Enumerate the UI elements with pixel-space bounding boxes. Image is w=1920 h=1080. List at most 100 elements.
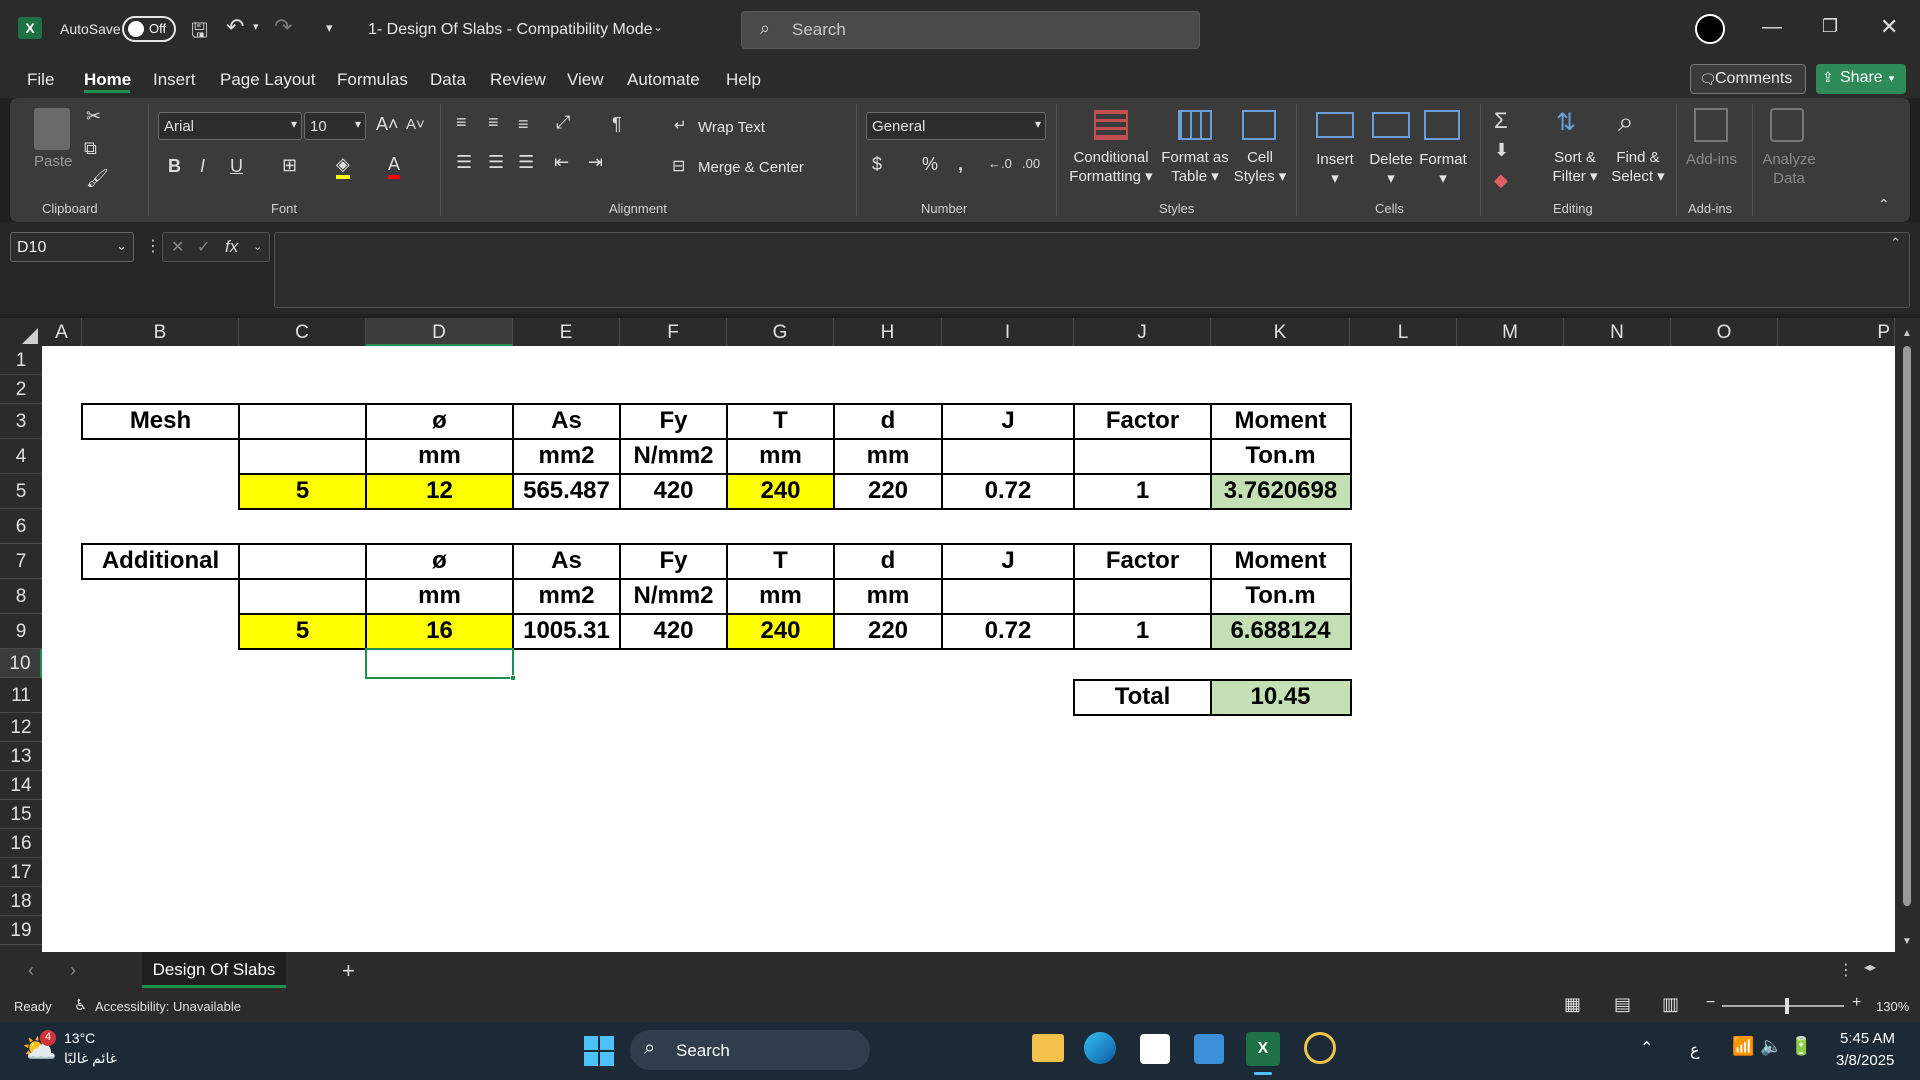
row-header[interactable]: 7 <box>0 544 42 579</box>
additional-factor[interactable]: 1 <box>1074 614 1211 648</box>
column-header[interactable]: L <box>1350 318 1457 346</box>
column-header[interactable]: J <box>1074 318 1211 346</box>
additional-label[interactable]: Additional <box>82 544 239 578</box>
zoom-out-icon[interactable]: − <box>1706 994 1715 1012</box>
cell-styles-button[interactable]: Cell Styles ▾ <box>1232 148 1288 186</box>
sharepoint-icon[interactable] <box>1194 1034 1224 1064</box>
find-select-icon[interactable]: ⌕ <box>1618 106 1634 139</box>
column-header[interactable]: M <box>1457 318 1564 346</box>
bold-icon[interactable]: B <box>168 156 181 177</box>
document-title[interactable]: 1- Design Of Slabs - Compatibility Mode <box>368 21 653 39</box>
paste-button[interactable]: Paste <box>34 152 72 171</box>
row-header[interactable]: 1 <box>0 346 42 375</box>
unit-moment[interactable]: Ton.m <box>1211 579 1350 613</box>
comma-icon[interactable]: , <box>958 154 963 175</box>
row-header[interactable]: 18 <box>0 887 42 916</box>
title-dropdown-icon[interactable]: ⌄ <box>653 20 663 34</box>
align-top-icon[interactable]: ≡ <box>456 112 467 133</box>
zoom-level[interactable]: 130% <box>1876 999 1909 1014</box>
header-moment[interactable]: Moment <box>1211 544 1350 578</box>
merge-center-button[interactable]: Merge & Center <box>698 158 804 177</box>
mesh-factor[interactable]: 1 <box>1074 474 1211 508</box>
autosave-toggle[interactable]: Off <box>122 16 176 42</box>
tab-options-icon[interactable]: ⋮ <box>1838 960 1854 980</box>
undo-dropdown-icon[interactable]: ▾ <box>253 20 259 33</box>
edge-icon[interactable] <box>1084 1032 1116 1064</box>
fill-handle[interactable] <box>510 675 516 681</box>
text-direction-icon[interactable]: ¶ <box>612 114 622 135</box>
row-header[interactable]: 4 <box>0 439 42 474</box>
row-header[interactable]: 15 <box>0 800 42 829</box>
add-ins-icon[interactable] <box>1694 108 1728 142</box>
cut-icon[interactable]: ✂ <box>86 106 101 127</box>
menu-review[interactable]: Review <box>490 70 546 90</box>
header-as[interactable]: As <box>513 404 620 438</box>
volume-icon[interactable]: 🔈 <box>1760 1036 1782 1057</box>
menu-automate[interactable]: Automate <box>627 70 700 90</box>
excel-taskbar-icon[interactable]: X <box>1246 1032 1280 1066</box>
row-header[interactable]: 12 <box>0 713 42 742</box>
active-cell-d10[interactable] <box>365 648 514 679</box>
clear-icon[interactable]: ◆ <box>1494 170 1508 191</box>
menu-insert[interactable]: Insert <box>153 70 196 90</box>
more-options-icon[interactable]: ⋮ <box>145 236 161 256</box>
header-factor[interactable]: Factor <box>1074 404 1211 438</box>
percent-icon[interactable]: % <box>922 154 938 175</box>
orientation-icon[interactable]: ⤢ <box>556 112 570 133</box>
increase-indent-icon[interactable]: ⇥ <box>588 152 603 173</box>
header-j[interactable]: J <box>942 404 1074 438</box>
menu-page-layout[interactable]: Page Layout <box>220 70 315 90</box>
additional-as[interactable]: 1005.31 <box>513 614 620 648</box>
additional-d[interactable]: 220 <box>834 614 942 648</box>
wrap-text-button[interactable]: Wrap Text <box>698 118 765 137</box>
column-header[interactable]: C <box>239 318 366 346</box>
cancel-icon[interactable]: ✕ <box>171 237 184 257</box>
scroll-thumb[interactable] <box>1903 346 1911 906</box>
merge-center-icon[interactable]: ⊟ <box>672 156 685 176</box>
start-button[interactable] <box>584 1036 614 1066</box>
additional-moment[interactable]: 6.688124 <box>1211 614 1350 648</box>
mesh-t[interactable]: 240 <box>727 474 834 508</box>
cell-styles-icon[interactable] <box>1242 110 1276 140</box>
normal-view-icon[interactable]: ▦ <box>1564 994 1581 1015</box>
column-header[interactable]: D <box>366 318 513 346</box>
battery-icon[interactable]: 🔋 <box>1790 1036 1812 1057</box>
column-header[interactable]: N <box>1564 318 1671 346</box>
decrease-indent-icon[interactable]: ⇤ <box>554 152 569 173</box>
row-header[interactable]: 16 <box>0 829 42 858</box>
row-header[interactable]: 9 <box>0 614 42 649</box>
input-language[interactable]: ع <box>1690 1040 1700 1060</box>
menu-data[interactable]: Data <box>430 70 466 90</box>
fill-color-icon[interactable]: ◈ <box>336 154 350 179</box>
align-left-icon[interactable]: ☰ <box>456 152 472 173</box>
decrease-decimal-icon[interactable]: .00 <box>1022 156 1040 171</box>
header-dia[interactable]: ø <box>366 404 513 438</box>
unit-moment[interactable]: Ton.m <box>1211 439 1350 473</box>
insert-function-icon[interactable]: fx <box>225 237 238 257</box>
accessibility-status[interactable]: Accessibility: Unavailable <box>95 999 241 1014</box>
row-header[interactable]: 6 <box>0 509 42 544</box>
analyze-data-button[interactable]: Analyze Data <box>1760 150 1818 188</box>
increase-decimal-icon[interactable]: ←.0 <box>988 156 1012 171</box>
delete-cells-button[interactable]: Delete ▾ <box>1364 150 1418 188</box>
profile-avatar[interactable] <box>1695 14 1725 44</box>
sheet-tab-design-of-slabs[interactable]: Design Of Slabs <box>142 952 286 988</box>
header-factor[interactable]: Factor <box>1074 544 1211 578</box>
wrap-text-icon[interactable]: ↵ <box>674 116 687 134</box>
paste-icon[interactable] <box>34 108 70 150</box>
format-painter-icon[interactable]: 🖌 <box>86 168 109 189</box>
row-header[interactable]: 10 <box>0 649 42 678</box>
align-right-icon[interactable]: ☰ <box>518 152 534 173</box>
column-header[interactable]: K <box>1211 318 1350 346</box>
wifi-icon[interactable]: 📶 <box>1732 1036 1754 1057</box>
align-middle-icon[interactable]: ≡ <box>488 112 499 133</box>
column-header[interactable]: O <box>1671 318 1778 346</box>
additional-fy[interactable]: 420 <box>620 614 727 648</box>
mesh-as[interactable]: 565.487 <box>513 474 620 508</box>
add-sheet-button[interactable]: + <box>342 958 355 984</box>
format-cells-icon[interactable] <box>1424 110 1460 140</box>
menu-file[interactable]: File <box>27 70 54 90</box>
header-j[interactable]: J <box>942 544 1074 578</box>
sort-filter-button[interactable]: Sort & Filter ▾ <box>1546 148 1604 186</box>
align-center-icon[interactable]: ☰ <box>488 152 504 173</box>
